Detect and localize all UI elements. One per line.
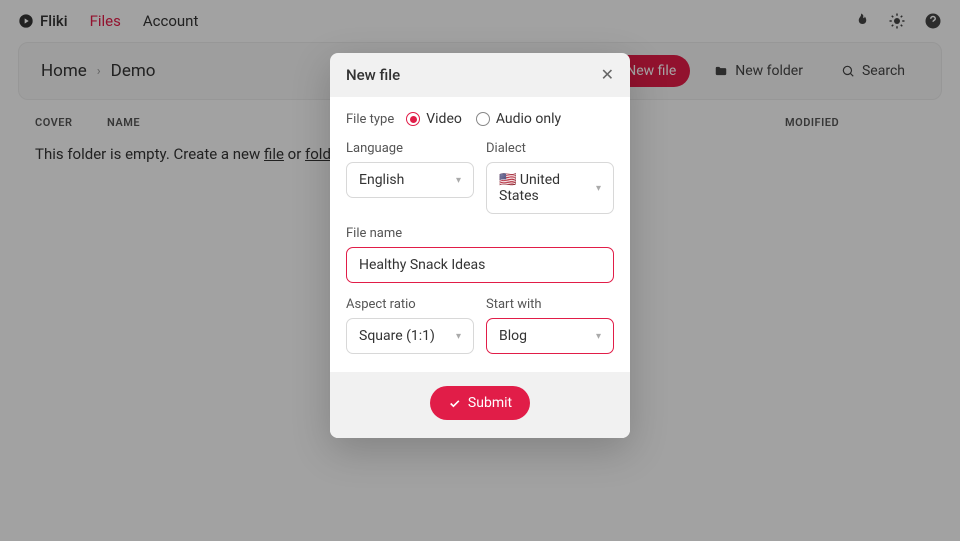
file-type-radios: Video Audio only bbox=[406, 111, 561, 127]
language-field: Language English ▾ bbox=[346, 141, 474, 214]
start-with-select[interactable]: Blog ▾ bbox=[486, 318, 614, 354]
aspect-ratio-select[interactable]: Square (1:1) ▾ bbox=[346, 318, 474, 354]
start-with-field: Start with Blog ▾ bbox=[486, 297, 614, 354]
new-file-modal: New file ✕ File type Video Audio only bbox=[330, 53, 630, 438]
file-type-label: File type bbox=[346, 112, 394, 127]
file-name-input[interactable] bbox=[346, 247, 614, 283]
radio-checked-icon bbox=[406, 112, 420, 126]
chevron-down-icon: ▾ bbox=[596, 183, 601, 194]
submit-button[interactable]: Submit bbox=[430, 386, 530, 420]
dialect-field: Dialect 🇺🇸 United States ▾ bbox=[486, 141, 614, 214]
chevron-down-icon: ▾ bbox=[456, 331, 461, 342]
audio-radio[interactable]: Audio only bbox=[476, 111, 561, 127]
aspect-ratio-field: Aspect ratio Square (1:1) ▾ bbox=[346, 297, 474, 354]
dialect-select[interactable]: 🇺🇸 United States ▾ bbox=[486, 162, 614, 214]
aspect-ratio-label: Aspect ratio bbox=[346, 297, 474, 312]
chevron-down-icon: ▾ bbox=[456, 175, 461, 186]
check-icon bbox=[448, 397, 461, 410]
chevron-down-icon: ▾ bbox=[596, 331, 601, 342]
language-select[interactable]: English ▾ bbox=[346, 162, 474, 198]
file-name-label: File name bbox=[346, 226, 614, 241]
file-type-field: File type Video Audio only bbox=[346, 111, 614, 127]
modal-header: New file ✕ bbox=[330, 53, 630, 97]
dialect-label: Dialect bbox=[486, 141, 614, 156]
close-icon[interactable]: ✕ bbox=[601, 67, 614, 83]
radio-unchecked-icon bbox=[476, 112, 490, 126]
modal-footer: Submit bbox=[330, 372, 630, 438]
language-label: Language bbox=[346, 141, 474, 156]
start-with-label: Start with bbox=[486, 297, 614, 312]
modal-overlay: New file ✕ File type Video Audio only bbox=[0, 0, 960, 541]
modal-body: File type Video Audio only Language bbox=[330, 97, 630, 372]
video-radio[interactable]: Video bbox=[406, 111, 462, 127]
file-name-field: File name bbox=[346, 226, 614, 283]
modal-title: New file bbox=[346, 66, 400, 84]
